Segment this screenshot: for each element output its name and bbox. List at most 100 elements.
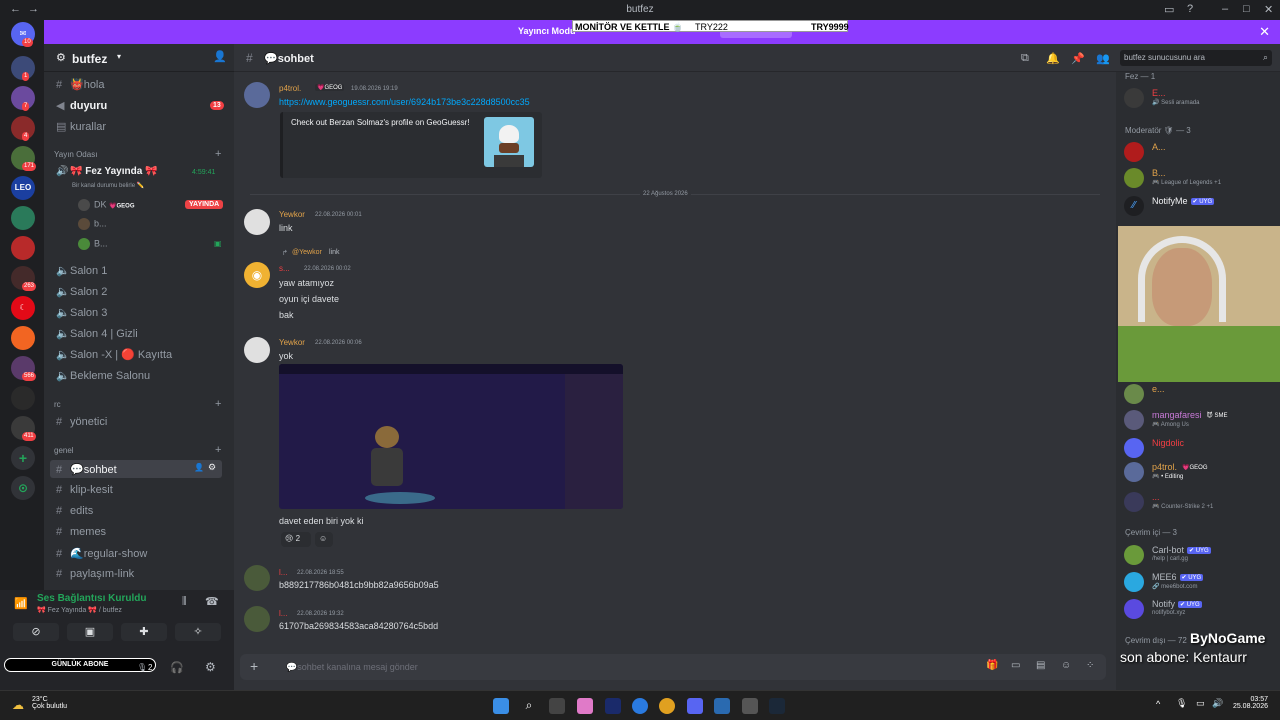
voice-channel-salon-2[interactable]: 🔈Salon 2 — [56, 285, 107, 303]
voice-user[interactable]: B... — [78, 238, 108, 250]
channel-kurallar[interactable]: ▤ kurallar — [56, 120, 106, 138]
gear-icon[interactable]: ⚙ — [208, 462, 216, 473]
close-window-icon[interactable]: ✕ — [1264, 3, 1273, 16]
user-settings-gear-icon[interactable]: ⚙ — [205, 660, 216, 674]
channel-sohbet[interactable]: # 💬sohbet 👤 ⚙ — [50, 460, 222, 478]
channel-edits[interactable]: # edits — [56, 505, 93, 523]
add-attachment-icon[interactable]: + — [250, 658, 258, 674]
headphones-icon[interactable]: 🎧 — [170, 661, 184, 674]
explore-icon[interactable]: ⊙ — [11, 476, 35, 500]
reply-author[interactable]: @Yewkor — [292, 249, 322, 256]
guild-header[interactable]: ⚙ butfez ▾ 👤 — [44, 44, 234, 72]
invite-icon[interactable]: 👤 — [213, 50, 227, 63]
camera-button[interactable]: ⊘ — [13, 623, 59, 641]
signal-icon[interactable]: 📶 — [14, 597, 28, 610]
search-icon[interactable]: ⌕ — [521, 698, 537, 714]
category-rc[interactable]: rc — [54, 400, 61, 409]
message-author[interactable]: Yewkor — [279, 338, 305, 347]
voice-user[interactable]: DK 💗GEOG — [78, 199, 135, 211]
gift-icon[interactable]: 🎁 — [986, 660, 998, 671]
invite-icon[interactable]: 👤 — [194, 463, 204, 472]
message-author[interactable]: Yewkor — [279, 210, 305, 219]
add-reaction-button[interactable]: ☺ — [315, 532, 333, 547]
maximize-icon[interactable]: □ — [1243, 3, 1250, 15]
server-icon[interactable] — [11, 206, 35, 230]
server-icon[interactable] — [11, 386, 35, 410]
category-yayin-odasi[interactable]: Yayın Odası — [54, 150, 97, 159]
channel-status[interactable]: Bir kanal durumu belirle ✏️ — [72, 182, 144, 189]
noise-suppression-icon[interactable]: ⫼ — [182, 596, 187, 607]
disconnect-icon[interactable]: ☎ — [205, 595, 219, 608]
edge-icon[interactable] — [632, 698, 648, 714]
server-icon[interactable] — [11, 236, 35, 260]
apps-icon[interactable]: ⁘ — [1086, 660, 1094, 671]
app-icon[interactable] — [714, 698, 730, 714]
channel-hola[interactable]: # 👹hola — [56, 78, 105, 96]
channel-klip-kesit[interactable]: # klip-kesit — [56, 484, 113, 502]
discord-icon[interactable] — [687, 698, 703, 714]
chevron-up-icon[interactable]: ^ — [1156, 699, 1160, 709]
help-icon[interactable]: ? — [1187, 3, 1193, 15]
embed-title[interactable]: Check out Berzan Solmaz's profile on Geo… — [291, 118, 470, 127]
message-author[interactable]: p4trol. — [279, 84, 301, 93]
steam-icon[interactable] — [769, 698, 785, 714]
task-view-icon[interactable] — [549, 698, 565, 714]
voice-channel-salon-3[interactable]: 🔈Salon 3 — [56, 306, 107, 324]
threads-icon[interactable]: ⧉ — [1021, 52, 1029, 65]
voice-user[interactable]: b... — [78, 218, 107, 230]
message-link[interactable]: https://www.geoguessr.com/user/6924b173b… — [279, 97, 530, 107]
server-icon[interactable] — [11, 326, 35, 350]
channel-memes[interactable]: # memes — [56, 526, 106, 544]
avatar[interactable] — [244, 82, 270, 108]
screen-share-button[interactable]: ▣ — [67, 623, 113, 641]
settings-icon[interactable] — [742, 698, 758, 714]
voice-channel-salon-1[interactable]: 🔈Salon 1 — [56, 264, 107, 282]
close-banner-icon[interactable]: ✕ — [1259, 24, 1270, 40]
channel-yonetici[interactable]: # yönetici — [56, 416, 107, 434]
add-server-icon[interactable]: + — [11, 446, 35, 470]
chrome-icon[interactable] — [659, 698, 675, 714]
voice-channel-salon-x[interactable]: 🔈Salon -X | 🔴 Kayıtta — [56, 348, 172, 366]
message-author[interactable]: l... — [279, 568, 287, 577]
voice-channel-bekleme[interactable]: 🔈Bekleme Salonu — [56, 369, 150, 387]
channel-regular-show[interactable]: # 🌊regular-show — [56, 547, 147, 565]
pin-icon[interactable]: 📌 — [1071, 52, 1085, 65]
inbox-icon[interactable]: ▭ — [1164, 3, 1174, 16]
mic-icon[interactable]: 🎙 — [137, 663, 147, 672]
voice-status[interactable]: Ses Bağlantısı Kuruldu — [37, 593, 146, 604]
network-icon[interactable]: ▭ — [1196, 698, 1205, 709]
channel-duyuru[interactable]: ◀ duyuru — [56, 99, 107, 117]
server-icon[interactable]: LEO — [11, 176, 35, 200]
voice-channel-salon-4[interactable]: 🔈Salon 4 | Gizli — [56, 327, 138, 345]
soundboard-button[interactable]: ✧ — [175, 623, 221, 641]
avatar[interactable] — [244, 606, 270, 632]
discord-default-avatar[interactable]: ◉ — [244, 262, 270, 288]
activities-button[interactable]: ✚ — [121, 623, 167, 641]
member-list-icon[interactable]: 👥 — [1096, 52, 1110, 65]
weather-widget[interactable]: 23°C Çok bulutlu — [32, 696, 67, 710]
add-channel-icon[interactable]: + — [215, 444, 221, 456]
avatar[interactable] — [244, 337, 270, 363]
add-channel-icon[interactable]: + — [215, 148, 221, 160]
channel-paylasim-link[interactable]: # paylaşım-link — [56, 568, 134, 586]
start-icon[interactable] — [493, 698, 509, 714]
reaction-button[interactable]: 😢 2 — [281, 532, 311, 547]
copilot-icon[interactable] — [577, 698, 593, 714]
avatar[interactable] — [244, 565, 270, 591]
server-icon[interactable]: ☾ — [11, 296, 35, 320]
emoji-icon[interactable]: ☺ — [1061, 660, 1071, 671]
mic-tray-icon[interactable]: 🎙 — [1176, 698, 1187, 709]
message-input[interactable]: + 💬sohbet kanalına mesaj gönder 🎁 ▭ ▤ ☺ … — [240, 654, 1106, 680]
search-input[interactable]: butfez sunucusunu ara ⌕ — [1120, 50, 1272, 66]
reply-text[interactable]: link — [329, 249, 340, 256]
add-channel-icon[interactable]: + — [215, 398, 221, 410]
sticker-icon[interactable]: ▤ — [1036, 660, 1045, 671]
volume-icon[interactable]: 🔊 — [1212, 698, 1223, 709]
clock[interactable]: 03:57 25.08.2026 — [1233, 696, 1268, 710]
gif-icon[interactable]: ▭ — [1011, 660, 1020, 671]
photoshop-icon[interactable] — [605, 698, 621, 714]
image-attachment[interactable] — [279, 364, 623, 509]
category-genel[interactable]: genel — [54, 446, 74, 455]
embed-thumbnail[interactable] — [484, 117, 534, 167]
avatar[interactable] — [244, 209, 270, 235]
